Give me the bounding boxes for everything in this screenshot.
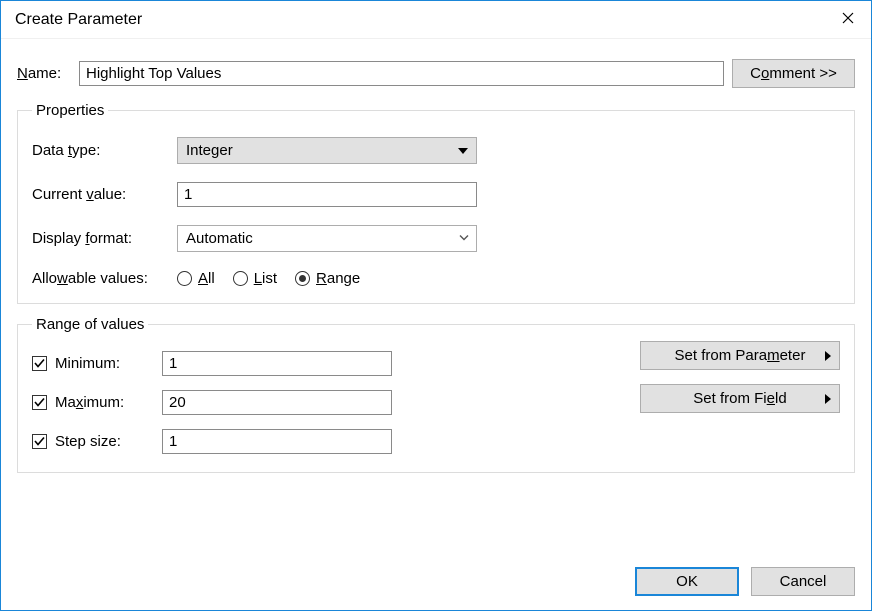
radio-list[interactable]: List (233, 270, 277, 287)
data-type-label: Data type: (32, 142, 177, 159)
close-button[interactable] (825, 1, 871, 38)
maximum-checkbox[interactable]: Maximum: (32, 394, 162, 411)
step-input[interactable] (162, 429, 392, 454)
radio-all[interactable]: All (177, 270, 215, 287)
checkbox-icon (32, 434, 47, 449)
caret-down-icon (458, 148, 468, 154)
set-from-parameter-button[interactable]: Set from Parameter (640, 341, 840, 370)
titlebar: Create Parameter (1, 1, 871, 39)
minimum-row: Minimum: (32, 351, 392, 376)
checkbox-icon (32, 395, 47, 410)
allowable-values-label: Allowable values: (32, 270, 177, 287)
data-type-value: Integer (186, 142, 233, 159)
data-type-row: Data type: Integer (32, 137, 840, 164)
allowable-values-row: Allowable values: All List Range (32, 270, 840, 287)
chevron-down-icon (458, 230, 470, 247)
display-format-label: Display format: (32, 230, 177, 247)
name-label: Name: (17, 65, 71, 82)
properties-legend: Properties (32, 102, 108, 119)
arrow-right-icon (825, 394, 831, 404)
properties-group: Properties Data type: Integer Current va… (17, 102, 855, 304)
allowable-values-radio-group: All List Range (177, 270, 360, 287)
dialog-footer: OK Cancel (1, 565, 871, 610)
minimum-label: Minimum: (55, 355, 120, 372)
set-from-field-button[interactable]: Set from Field (640, 384, 840, 413)
step-row: Step size: (32, 429, 392, 454)
radio-icon (295, 271, 310, 286)
range-group: Range of values Minimum: (17, 316, 855, 473)
step-checkbox[interactable]: Step size: (32, 433, 162, 450)
checkbox-icon (32, 356, 47, 371)
close-icon (842, 11, 854, 28)
maximum-label: Maximum: (55, 394, 124, 411)
current-value-row: Current value: (32, 182, 840, 207)
dialog-content: Name: Comment >> Properties Data type: I… (1, 39, 871, 565)
name-row: Name: Comment >> (17, 59, 855, 88)
maximum-row: Maximum: (32, 390, 392, 415)
comment-button[interactable]: Comment >> (732, 59, 855, 88)
display-format-dropdown[interactable]: Automatic (177, 225, 477, 252)
create-parameter-dialog: Create Parameter Name: Comment >> Proper… (0, 0, 872, 611)
range-buttons: Set from Parameter Set from Field (640, 341, 840, 454)
range-left: Minimum: Maximum: (32, 341, 392, 454)
arrow-right-icon (825, 351, 831, 361)
maximum-input[interactable] (162, 390, 392, 415)
radio-range[interactable]: Range (295, 270, 360, 287)
range-legend: Range of values (32, 316, 148, 333)
current-value-input[interactable] (177, 182, 477, 207)
minimum-input[interactable] (162, 351, 392, 376)
radio-icon (233, 271, 248, 286)
step-label: Step size: (55, 433, 121, 450)
display-format-row: Display format: Automatic (32, 225, 840, 252)
dialog-title: Create Parameter (15, 11, 142, 29)
minimum-checkbox[interactable]: Minimum: (32, 355, 162, 372)
current-value-label: Current value: (32, 186, 177, 203)
data-type-dropdown[interactable]: Integer (177, 137, 477, 164)
radio-icon (177, 271, 192, 286)
ok-button[interactable]: OK (635, 567, 739, 596)
cancel-button[interactable]: Cancel (751, 567, 855, 596)
name-input[interactable] (79, 61, 724, 86)
display-format-value: Automatic (186, 230, 253, 247)
